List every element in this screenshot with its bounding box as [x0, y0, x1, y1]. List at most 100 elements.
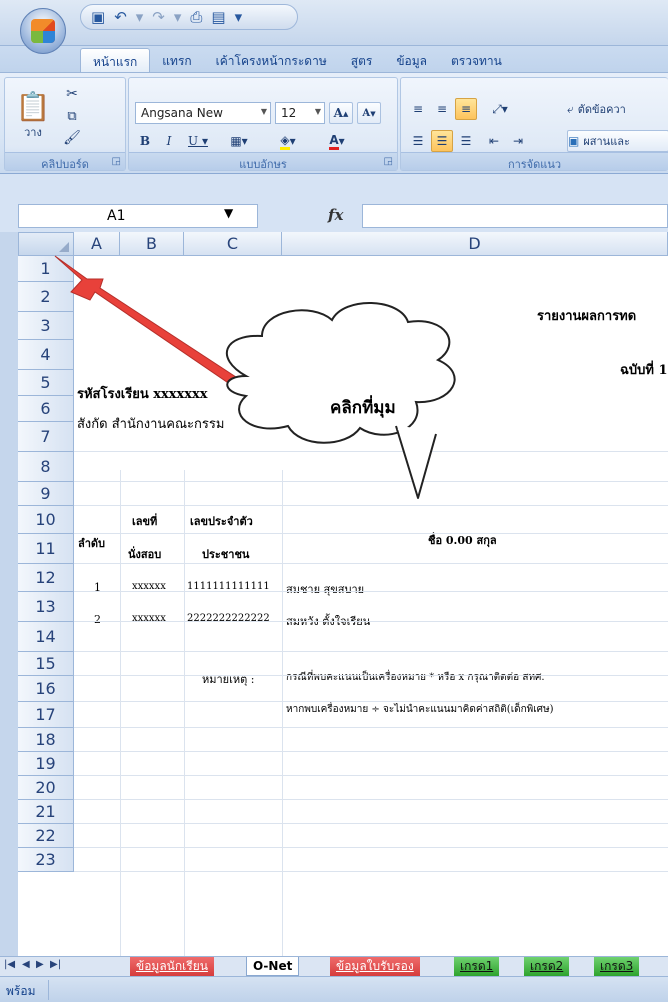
row10-name-cell[interactable]: สมชาย สุขสบาย — [286, 580, 364, 598]
increase-indent-icon[interactable]: ⇥ — [507, 130, 529, 152]
row-header-19[interactable]: 19 — [18, 752, 74, 776]
copy-icon[interactable]: ⧉ — [61, 106, 83, 126]
redo-icon[interactable]: ↷ — [152, 8, 165, 26]
sheet-tab-grade3[interactable]: เกรด3 — [594, 957, 640, 976]
sheet-tab-onet[interactable]: O-Net — [246, 957, 300, 976]
row-header-14[interactable]: 14 — [18, 622, 74, 652]
undo-icon[interactable]: ↶ — [114, 8, 127, 26]
row-header-6[interactable]: 6 — [18, 396, 74, 422]
column-header-a[interactable]: A — [74, 232, 120, 256]
row-header-20[interactable]: 20 — [18, 776, 74, 800]
row-header-3[interactable]: 3 — [18, 312, 74, 340]
last-sheet-icon[interactable]: ▶| — [50, 959, 61, 970]
row-header-16[interactable]: 16 — [18, 676, 74, 702]
column-header-b[interactable]: B — [120, 232, 184, 256]
edition-cell[interactable]: ฉบับที่ 1 — [620, 359, 668, 380]
align-center-icon[interactable]: ☰ — [431, 130, 453, 152]
row11-seat-cell[interactable]: xxxxxx — [132, 613, 166, 624]
grow-font-button[interactable]: A ▲ — [329, 102, 353, 124]
column-header-c[interactable]: C — [184, 232, 282, 256]
row-header-12[interactable]: 12 — [18, 564, 74, 592]
wrap-text-button[interactable]: ⤶ ตัดข้อควา — [567, 98, 667, 120]
sheet-tab-students[interactable]: ข้อมูลนักเรียน — [130, 957, 214, 976]
order-header-cell[interactable]: ลำดับ — [78, 534, 105, 552]
merge-center-button[interactable]: ▣ ผสานและ — [567, 130, 668, 152]
office-button[interactable] — [20, 8, 66, 54]
next-sheet-icon[interactable]: ▶ — [36, 959, 44, 970]
row-header-17[interactable]: 17 — [18, 702, 74, 728]
row-header-4[interactable]: 4 — [18, 340, 74, 370]
tab-data[interactable]: ข้อมูล — [384, 48, 439, 72]
tab-page-layout[interactable]: เค้าโครงหน้ากระดาษ — [204, 48, 339, 72]
font-launcher-icon[interactable]: ◲ — [384, 156, 393, 167]
print-preview-icon[interactable]: ⎙ — [190, 8, 202, 26]
note-line1-cell[interactable]: กรณีที่พบคะแนนเป็นเครื่องหมาย * หรือ x ก… — [286, 670, 545, 685]
note-line2-cell[interactable]: หากพบเครื่องหมาย ÷ จะไม่นำคะแนนมาคิดค่าส… — [286, 702, 554, 717]
row-header-22[interactable]: 22 — [18, 824, 74, 848]
row-header-2[interactable]: 2 — [18, 282, 74, 312]
bold-button[interactable]: B — [135, 130, 155, 152]
clipboard-launcher-icon[interactable]: ◲ — [112, 156, 121, 167]
insert-function-icon[interactable]: fx — [328, 206, 343, 224]
row-header-23[interactable]: 23 — [18, 848, 74, 872]
row-header-15[interactable]: 15 — [18, 652, 74, 676]
sheet-tab-grade2[interactable]: เกรด2 — [524, 957, 570, 976]
tab-insert[interactable]: แทรก — [150, 48, 203, 72]
row-header-11[interactable]: 11 — [18, 534, 74, 564]
font-name-select[interactable]: Angsana New ▼ — [135, 102, 271, 124]
align-right-icon[interactable]: ☰ — [455, 130, 477, 152]
align-left-icon[interactable]: ☰ — [407, 130, 429, 152]
chevron-down-icon[interactable]: ▼ — [224, 206, 233, 220]
seat-header-top-cell[interactable]: เลขที่ — [132, 512, 157, 530]
row-header-21[interactable]: 21 — [18, 800, 74, 824]
font-size-select[interactable]: 12 ▼ — [275, 102, 325, 124]
name-box[interactable]: A1 — [18, 204, 258, 228]
row-header-7[interactable]: 7 — [18, 422, 74, 452]
column-header-d[interactable]: D — [282, 232, 668, 256]
row11-order-cell[interactable]: 2 — [94, 613, 101, 626]
note-label-cell[interactable]: หมายเหตุ : — [202, 670, 254, 688]
row-header-18[interactable]: 18 — [18, 728, 74, 752]
sheet-tab-certificate[interactable]: ข้อมูลใบรับรอง — [330, 957, 420, 976]
paste-button[interactable]: 📋 วาง — [13, 84, 53, 146]
align-bottom-icon[interactable]: ≡ — [455, 98, 477, 120]
school-code-cell[interactable]: รหัสโรงเรียน xxxxxxx — [77, 383, 208, 404]
italic-button[interactable]: I — [159, 130, 179, 152]
format-painter-icon[interactable]: 🖌 — [61, 128, 83, 148]
font-color-button[interactable]: A ▾ — [317, 130, 357, 152]
id-header-bottom-cell[interactable]: ประชาชน — [202, 545, 249, 563]
fill-color-button[interactable]: ◈ ▾ — [267, 130, 309, 152]
affiliation-cell[interactable]: สังกัด สำนักงานคณะกรรม — [77, 413, 224, 434]
shrink-font-button[interactable]: A ▼ — [357, 102, 381, 124]
cut-icon[interactable]: ✂ — [61, 84, 83, 104]
quick-print-icon[interactable]: ▤ — [211, 8, 225, 26]
id-header-top-cell[interactable]: เลขประจำตัว — [190, 512, 253, 530]
formula-input[interactable] — [362, 204, 668, 228]
align-top-icon[interactable]: ≡ — [407, 98, 429, 120]
sheet-tab-grade1[interactable]: เกรด1 — [454, 957, 500, 976]
prev-sheet-icon[interactable]: ◀ — [22, 959, 30, 970]
save-icon[interactable]: ▣ — [91, 8, 105, 26]
row10-order-cell[interactable]: 1 — [94, 581, 101, 594]
row-header-13[interactable]: 13 — [18, 592, 74, 622]
select-all-button[interactable] — [18, 232, 74, 256]
borders-button[interactable]: ▦ ▾ — [221, 130, 257, 152]
row-header-8[interactable]: 8 — [18, 452, 74, 482]
customize-toolbar-icon[interactable]: ▾ — [235, 8, 243, 26]
dropdown-icon[interactable]: ▾ — [174, 8, 182, 26]
row-header-1[interactable]: 1 — [18, 256, 74, 282]
row-header-9[interactable]: 9 — [18, 482, 74, 506]
align-middle-icon[interactable]: ≡ — [431, 98, 453, 120]
row11-id-cell[interactable]: 2222222222222 — [187, 613, 270, 624]
report-title-cell[interactable]: รายงานผลการทด — [537, 305, 636, 326]
seat-header-bottom-cell[interactable]: นั่งสอบ — [128, 545, 161, 563]
tab-formulas[interactable]: สูตร — [339, 48, 385, 72]
decrease-indent-icon[interactable]: ⇤ — [483, 130, 505, 152]
tab-home[interactable]: หน้าแรก — [80, 48, 151, 72]
dropdown-icon[interactable]: ▾ — [136, 8, 144, 26]
tab-review[interactable]: ตรวจทาน — [439, 48, 514, 72]
first-sheet-icon[interactable]: |◀ — [4, 959, 15, 970]
underline-button[interactable]: U ▾ — [183, 130, 213, 152]
row-header-10[interactable]: 10 — [18, 506, 74, 534]
row-header-5[interactable]: 5 — [18, 370, 74, 396]
